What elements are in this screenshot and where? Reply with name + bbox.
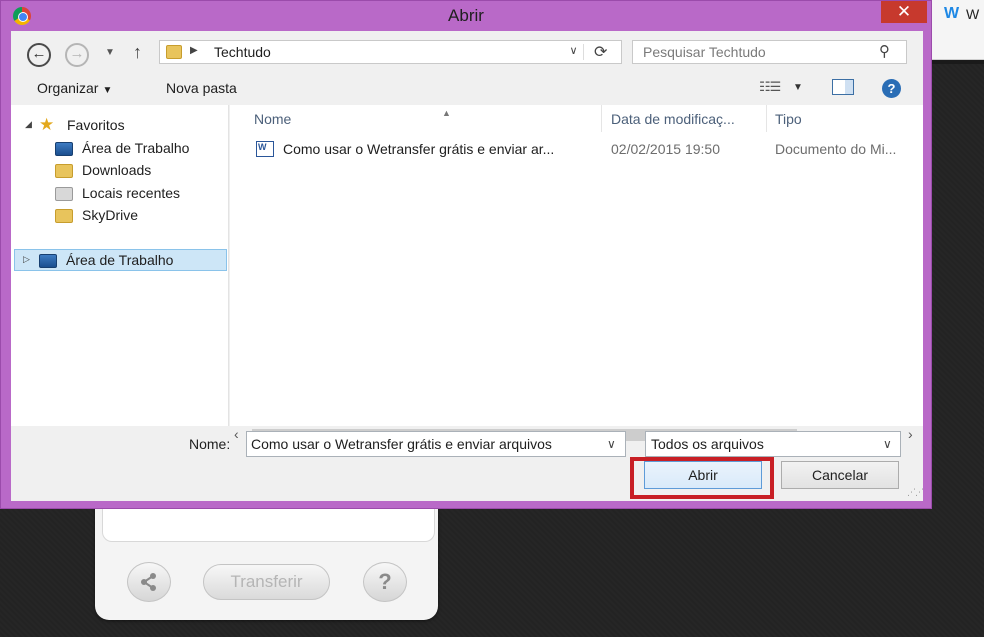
arrow-up-icon: ↑ [133,42,142,62]
view-menu-caret-icon[interactable]: ▼ [793,82,803,93]
file-type-select[interactable]: Todos os arquivos [645,431,901,457]
nav-root-desktop[interactable]: ▷ Área de Trabalho [14,249,227,271]
file-row[interactable]: Como usar o Wetransfer grátis e enviar a… [230,138,923,162]
column-header-type[interactable]: Tipo [775,111,802,127]
forward-button[interactable]: → [65,43,89,67]
address-bar[interactable]: ▶ Techtudo ∨ ⟳ [159,40,622,64]
column-header-date[interactable]: Data de modificaç... [611,111,735,127]
nav-item-label: Downloads [82,162,152,178]
desktop-icon [55,142,73,156]
cancel-button[interactable]: Cancelar [781,461,899,489]
nav-item-downloads[interactable]: Downloads [11,160,227,182]
file-list[interactable]: ▲ Nome Data de modificaç... Tipo Como us… [230,105,923,426]
column-header-name[interactable]: ▲ Nome [254,108,451,127]
scroll-left-icon[interactable]: ‹ [234,426,239,442]
breadcrumb-current[interactable]: Techtudo [214,44,271,60]
desktop-icon [39,254,57,268]
nav-item-label: SkyDrive [82,207,139,223]
nav-item-label: Área de Trabalho [82,140,190,156]
breadcrumb-separator-icon[interactable]: ▶ [190,45,198,56]
dialog-client-area: ← → ▼ ↑ ▶ Techtudo ∨ ⟳ ⚲ Organizar▼ Nova… [11,31,924,501]
nav-item-recent-places[interactable]: Locais recentes [11,183,227,205]
page-divider [932,60,984,64]
help-button[interactable]: ? [363,562,407,602]
close-button[interactable]: ✕ [881,1,927,23]
column-separator[interactable] [766,105,767,132]
file-name-label: Nome: [189,436,231,452]
file-name: Como usar o Wetransfer grátis e enviar a… [283,141,555,157]
sort-ascending-icon: ▲ [442,108,451,118]
back-button[interactable]: ← [27,43,51,67]
organize-menu-button[interactable]: Organizar ▼ [37,80,112,96]
new-folder-button[interactable]: Nova pasta [166,80,237,96]
dialog-titlebar: Abrir ✕ [1,1,931,31]
file-type-dropdown-icon[interactable]: ∨ [883,437,892,451]
nav-item-skydrive[interactable]: SkyDrive [11,205,227,227]
dialog-title: Abrir [448,6,484,25]
search-input[interactable] [634,42,874,62]
favorites-label: Favoritos [67,117,125,133]
nav-root-label: Área de Trabalho [66,252,174,268]
navigation-pane[interactable]: ◢ ★ Favoritos Área de Trabalho Downloads… [11,105,229,426]
skydrive-folder-icon [55,209,73,223]
help-icon[interactable]: ? [882,79,901,98]
file-name-input[interactable] [246,431,626,457]
nav-item-desktop[interactable]: Área de Trabalho [11,138,227,160]
arrow-right-icon: → [69,45,85,62]
downloads-folder-icon [55,164,73,178]
column-separator[interactable] [601,105,602,132]
preview-pane-icon[interactable] [832,79,854,95]
nav-item-label: Locais recentes [82,185,181,201]
organize-label: Organizar [37,80,99,96]
transfer-button[interactable]: Transferir [203,564,330,600]
column-header-label: Nome [254,111,292,127]
recent-places-icon [55,187,73,201]
star-icon: ★ [39,115,55,134]
caret-down-icon: ▼ [102,85,113,96]
scroll-right-icon[interactable]: › [908,426,913,442]
search-icon[interactable]: ⚲ [879,42,890,60]
recent-locations-chevron-icon[interactable]: ▼ [105,47,115,58]
word-document-icon [256,141,274,157]
open-file-dialog: Abrir ✕ ← → ▼ ↑ ▶ Techtudo ∨ ⟳ ⚲ Organiz… [0,0,932,509]
browser-tab-title[interactable]: W [966,6,979,22]
share-icon [141,573,156,591]
refresh-icon[interactable]: ⟳ [594,42,607,62]
expand-arrow-icon[interactable]: ▷ [23,254,30,265]
nav-favorites[interactable]: ◢ ★ Favoritos [11,115,227,137]
address-dropdown-chevron-icon[interactable]: ∨ [564,44,584,60]
file-type: Documento do Mi... [775,141,897,157]
wetransfer-logo-icon: W [944,5,960,22]
arrow-left-icon: ← [31,45,47,62]
file-name-dropdown-icon[interactable]: ∨ [607,437,616,451]
up-folder-button[interactable]: ↑ [133,42,142,63]
open-button[interactable]: Abrir [644,461,762,489]
folder-icon [166,45,182,59]
share-button[interactable] [127,562,171,602]
view-details-icon[interactable]: ☷☰ [759,79,781,95]
search-box[interactable]: ⚲ [632,40,907,64]
file-modified: 02/02/2015 19:50 [611,141,720,157]
resize-grip-icon[interactable]: ⋰⋰ [907,487,924,498]
collapse-arrow-icon[interactable]: ◢ [25,119,32,130]
